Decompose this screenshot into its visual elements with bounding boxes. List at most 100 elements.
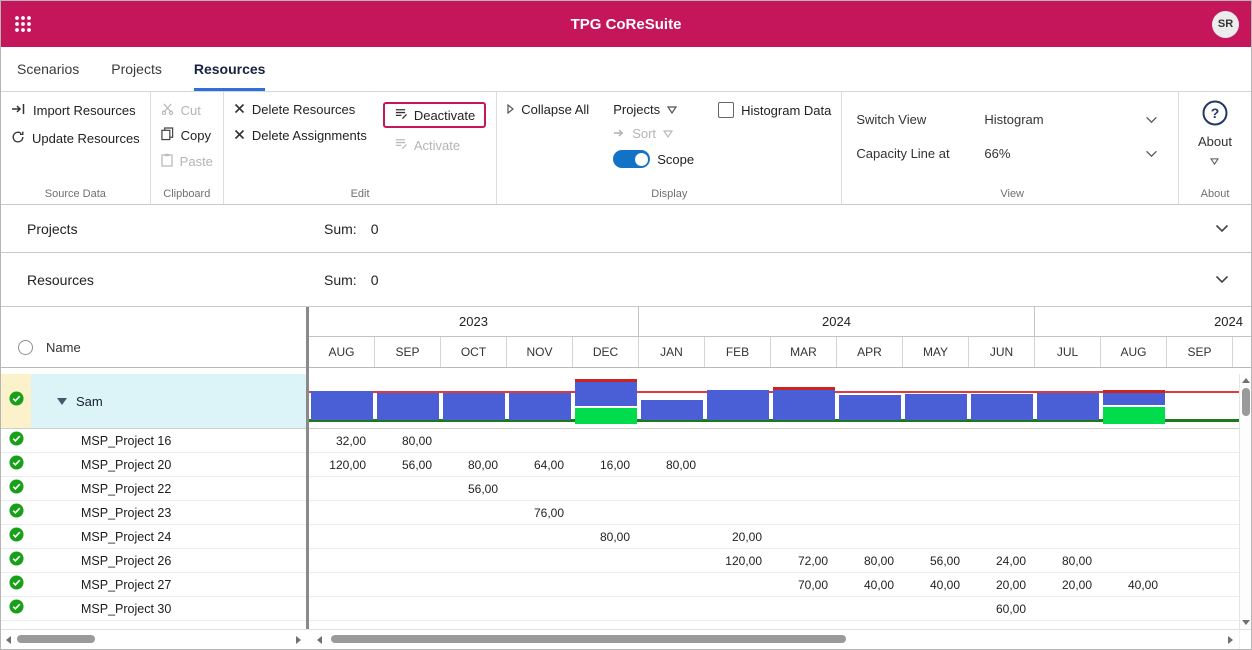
assignment-value: 56,00: [441, 477, 507, 500]
chevron-down-icon[interactable]: [1145, 146, 1158, 161]
expander-down-icon[interactable]: [57, 392, 67, 410]
assignment-value: 20,00: [969, 573, 1035, 596]
project-row[interactable]: MSP_Project 27: [1, 573, 306, 597]
deactivate-button[interactable]: Deactivate: [383, 102, 486, 128]
assignment-value: 40,00: [837, 573, 903, 596]
allocation-bar: [641, 400, 703, 420]
scroll-right-arrow[interactable]: [1228, 636, 1233, 644]
scroll-right-arrow[interactable]: [296, 636, 301, 644]
x-icon: [234, 102, 245, 117]
resources-panel-header[interactable]: Resources Sum: 0: [1, 253, 1251, 307]
assignment-value: [903, 597, 969, 620]
assignment-value: [705, 597, 771, 620]
project-row[interactable]: MSP_Project 24: [1, 525, 306, 549]
allocation-bar: [971, 394, 1033, 420]
name-pane-hscrollbar[interactable]: [1, 630, 306, 649]
assignment-value: [969, 501, 1035, 524]
assignment-value: [639, 549, 705, 572]
assignment-value: [309, 549, 375, 572]
assignment-value: [375, 501, 441, 524]
scroll-down-arrow[interactable]: [1242, 620, 1250, 625]
assignment-value: [375, 573, 441, 596]
month-header-filler: [1233, 337, 1251, 367]
month-header-cell: SEP: [375, 337, 441, 367]
free-capacity-bar: [575, 408, 637, 424]
copy-label: Copy: [181, 128, 211, 143]
switch-view-dropdown[interactable]: Switch View Histogram: [856, 102, 1168, 136]
timeline-hscrollbar[interactable]: [309, 630, 1239, 649]
assignment-value: 76,00: [507, 501, 573, 524]
delete-resources-button[interactable]: Delete Resources: [234, 102, 367, 117]
import-resources-button[interactable]: Import Resources: [11, 102, 140, 119]
copy-button[interactable]: Copy: [161, 127, 213, 144]
project-name: MSP_Project 26: [31, 554, 171, 568]
assignment-row: 32,0080,00: [309, 429, 1251, 453]
vertical-scrollbar[interactable]: [1239, 374, 1251, 629]
question-icon: ?: [1202, 100, 1228, 131]
chevron-down-icon[interactable]: [1215, 271, 1229, 289]
assignment-row: 120,0056,0080,0064,0016,0080,00: [309, 453, 1251, 477]
projects-panel-header[interactable]: Projects Sum: 0: [1, 205, 1251, 253]
assignment-value: [771, 453, 837, 476]
scroll-left-arrow[interactable]: [317, 636, 322, 644]
project-row[interactable]: MSP_Project 23: [1, 501, 306, 525]
assignment-value: [507, 597, 573, 620]
activate-icon: [394, 137, 407, 153]
sort-dropdown-button[interactable]: Sort: [613, 126, 694, 141]
assignment-value: [309, 573, 375, 596]
scroll-left-arrow[interactable]: [6, 636, 11, 644]
projects-dropdown-button[interactable]: Projects: [613, 102, 694, 117]
apps-grid-icon[interactable]: [13, 14, 33, 34]
arrow-right-icon: [613, 126, 625, 141]
assignment-value: [507, 549, 573, 572]
avatar[interactable]: SR: [1212, 11, 1239, 38]
assignment-value: 80,00: [573, 525, 639, 548]
about-button[interactable]: ? About: [1198, 100, 1232, 170]
paste-button[interactable]: Paste: [161, 153, 213, 170]
resource-parent-row[interactable]: Sam: [1, 374, 306, 429]
histogram-row[interactable]: [309, 374, 1251, 429]
scope-toggle-row: Scope: [613, 150, 694, 168]
assignment-value: 64,00: [507, 453, 573, 476]
horizontal-scroll-thumb[interactable]: [331, 635, 846, 643]
ribbon-group-about: ? About About: [1179, 92, 1251, 204]
assignment-value: [441, 573, 507, 596]
project-row[interactable]: MSP_Project 22: [1, 477, 306, 501]
cut-button[interactable]: Cut: [161, 102, 213, 118]
capacity-line-dropdown[interactable]: Capacity Line at 66%: [856, 136, 1168, 170]
vertical-scroll-thumb[interactable]: [1242, 388, 1250, 416]
assignment-value: [1035, 429, 1101, 452]
chevron-down-icon[interactable]: [1215, 220, 1229, 238]
bottom-scrollbar-row: [1, 629, 1251, 649]
allocation-bar: [1037, 393, 1099, 420]
tab-projects[interactable]: Projects: [111, 47, 162, 91]
project-row[interactable]: MSP_Project 20: [1, 453, 306, 477]
tab-resources[interactable]: Resources: [194, 47, 266, 91]
project-row[interactable]: MSP_Project 30: [1, 597, 306, 621]
check-circle-icon: [9, 455, 24, 475]
histogram-data-checkbox[interactable]: [718, 102, 734, 118]
scroll-up-arrow[interactable]: [1242, 378, 1250, 383]
name-header-label: Name: [46, 340, 81, 355]
assignment-value: [573, 429, 639, 452]
histogram-bars: [309, 374, 1251, 428]
scope-toggle[interactable]: [613, 150, 650, 168]
ribbon-group-display: Collapse All Projects Sort Scope: [497, 92, 842, 204]
collapse-all-button[interactable]: Collapse All: [507, 102, 589, 117]
project-row[interactable]: MSP_Project 16: [1, 429, 306, 453]
histogram-month: [903, 374, 969, 428]
delete-assignments-button[interactable]: Delete Assignments: [234, 128, 367, 143]
copy-icon: [161, 127, 174, 144]
year-band: 2024: [1035, 307, 1251, 336]
project-row[interactable]: MSP_Project 26: [1, 549, 306, 573]
ribbon-group-clipboard: Cut Copy Paste Clipboard: [151, 92, 224, 204]
activate-button[interactable]: Activate: [394, 137, 486, 153]
update-resources-button[interactable]: Update Resources: [11, 130, 140, 147]
assignment-value: [1035, 453, 1101, 476]
chevron-down-icon[interactable]: [1145, 112, 1158, 127]
horizontal-scroll-thumb[interactable]: [17, 635, 95, 643]
tab-scenarios[interactable]: Scenarios: [17, 47, 79, 91]
assignment-value: [837, 597, 903, 620]
select-all-radio[interactable]: [18, 340, 33, 355]
over-capacity-cap: [1103, 390, 1165, 393]
